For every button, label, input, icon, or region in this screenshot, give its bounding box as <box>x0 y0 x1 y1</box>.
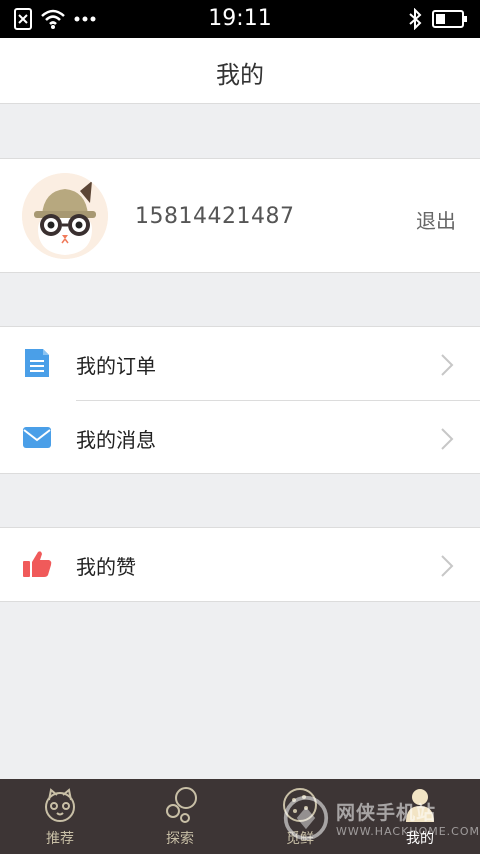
status-right <box>408 8 468 30</box>
person-icon <box>406 789 434 822</box>
envelope-icon <box>23 427 51 448</box>
tab-fresh[interactable]: 觅鲜 <box>240 779 360 854</box>
menu-group-secondary: 我的赞 <box>0 527 480 602</box>
chevron-right-icon <box>441 555 454 577</box>
menu-label-messages: 我的消息 <box>76 428 156 452</box>
tab-recommend[interactable]: 推荐 <box>0 779 120 854</box>
tab-label: 我的 <box>406 831 434 847</box>
tab-explore[interactable]: 探索 <box>120 779 240 854</box>
cat-face-icon <box>45 788 75 822</box>
tab-label: 推荐 <box>46 831 74 847</box>
menu-item-likes[interactable]: 我的赞 <box>0 528 480 601</box>
chevron-right-icon <box>441 354 454 376</box>
phone-number: 15814421487 <box>135 204 295 229</box>
profile-card[interactable]: 15814421487 退出 <box>0 158 480 273</box>
tab-mine[interactable]: 我的 <box>360 779 480 854</box>
page-title: 我的 <box>216 61 264 89</box>
logout-button[interactable]: 退出 <box>416 205 456 234</box>
bluetooth-icon <box>409 8 422 30</box>
document-icon <box>25 349 49 377</box>
tab-label: 觅鲜 <box>286 831 314 847</box>
tab-label: 探索 <box>166 831 194 847</box>
menu-item-messages[interactable]: 我的消息 <box>0 401 480 474</box>
nav-bar: 我的 <box>0 38 480 104</box>
menu-group-primary: 我的订单 我的消息 <box>0 326 480 474</box>
tab-bar: 推荐 探索 觅鲜 我的 <box>0 779 480 854</box>
menu-item-orders[interactable]: 我的订单 <box>0 327 480 401</box>
menu-label-orders: 我的订单 <box>76 354 156 378</box>
avatar[interactable] <box>22 173 108 259</box>
menu-label-likes: 我的赞 <box>76 555 136 579</box>
cat-avatar-icon <box>22 173 108 259</box>
cookie-icon <box>283 788 317 822</box>
status-bar: 19:11 <box>0 0 480 38</box>
battery-icon <box>432 10 467 28</box>
bubbles-icon <box>166 787 197 823</box>
thumbs-up-icon <box>23 551 52 577</box>
chevron-right-icon <box>441 428 454 450</box>
